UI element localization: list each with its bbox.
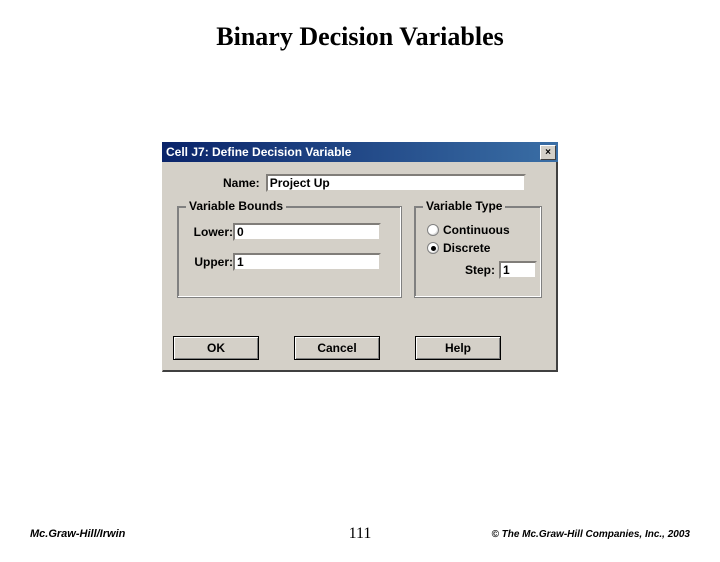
continuous-label: Continuous <box>443 223 510 237</box>
close-button[interactable]: × <box>540 145 556 160</box>
titlebar-text: Cell J7: Define Decision Variable <box>166 145 351 159</box>
button-row: OK Cancel Help <box>173 336 501 360</box>
page-number: 111 <box>349 525 372 543</box>
close-icon: × <box>545 147 551 158</box>
lower-label: Lower: <box>188 225 233 239</box>
radio-dot-icon <box>431 246 436 251</box>
variable-type-group: Variable Type Continuous Discrete Step: <box>414 206 542 298</box>
type-legend: Variable Type <box>423 199 505 213</box>
footer-left: Mc.Graw-Hill/Irwin <box>30 528 125 540</box>
upper-label: Upper: <box>188 255 233 269</box>
dialog-window: Cell J7: Define Decision Variable × Name… <box>162 142 558 372</box>
bounds-legend: Variable Bounds <box>186 199 286 213</box>
copyright: © The Mc.Graw-Hill Companies, Inc., 2003 <box>491 529 690 540</box>
titlebar[interactable]: Cell J7: Define Decision Variable × <box>162 142 558 162</box>
fieldsets-row: Variable Bounds Lower: Upper: Variable T… <box>177 206 546 298</box>
step-row: Step: <box>425 261 531 279</box>
radio-icon <box>427 224 439 236</box>
variable-bounds-group: Variable Bounds Lower: Upper: <box>177 206 402 298</box>
discrete-label: Discrete <box>443 241 490 255</box>
lower-input[interactable] <box>233 223 381 241</box>
step-input[interactable] <box>499 261 537 279</box>
radio-discrete[interactable]: Discrete <box>425 241 531 255</box>
name-label: Name: <box>223 176 260 190</box>
step-label: Step: <box>465 263 495 277</box>
cancel-button[interactable]: Cancel <box>294 336 380 360</box>
lower-row: Lower: <box>188 223 391 241</box>
ok-button[interactable]: OK <box>173 336 259 360</box>
name-row: Name: <box>173 174 546 192</box>
help-button[interactable]: Help <box>415 336 501 360</box>
upper-input[interactable] <box>233 253 381 271</box>
name-input[interactable] <box>266 174 526 192</box>
slide-footer: Mc.Graw-Hill/Irwin 111 © The Mc.Graw-Hil… <box>0 528 720 540</box>
dialog-body: Name: Variable Bounds Lower: Upper: Vari… <box>162 162 558 372</box>
radio-continuous[interactable]: Continuous <box>425 223 531 237</box>
slide-title: Binary Decision Variables <box>0 22 720 52</box>
upper-row: Upper: <box>188 253 391 271</box>
radio-icon <box>427 242 439 254</box>
